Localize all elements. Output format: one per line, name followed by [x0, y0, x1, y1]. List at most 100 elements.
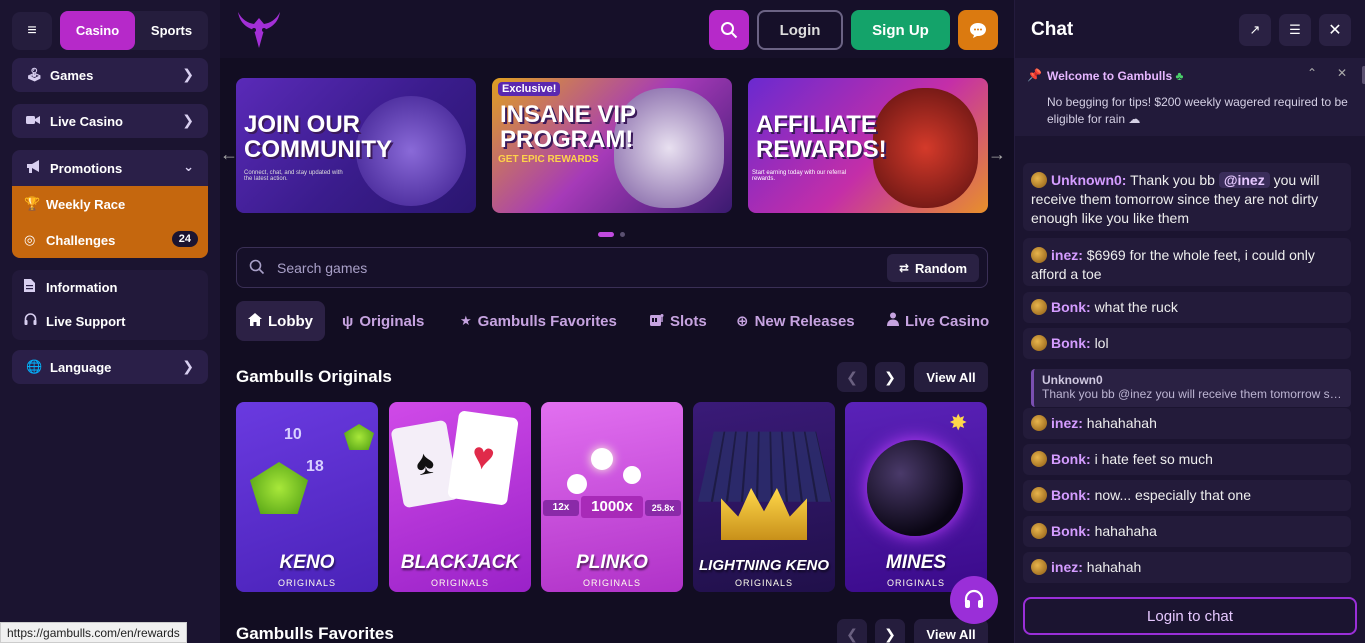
- sidebar-item-live-casino[interactable]: Live Casino ❯: [12, 104, 208, 138]
- chat-text: hahahahah: [1086, 415, 1157, 431]
- tab-lobby[interactable]: Lobby: [236, 301, 325, 341]
- joystick-icon: 🕹: [26, 67, 43, 82]
- user-avatar: [1031, 335, 1047, 351]
- sidebar-item-weekly-race[interactable]: 🏆 Weekly Race: [12, 186, 208, 222]
- chat-toggle-button[interactable]: [958, 10, 998, 50]
- chat-username[interactable]: Unknown0:: [1051, 172, 1126, 188]
- search-icon: [249, 259, 265, 275]
- chat-username[interactable]: Bonk:: [1051, 487, 1091, 503]
- sidebar-item-language[interactable]: 🌐 Language ❯: [12, 350, 208, 384]
- rules-button[interactable]: ☰: [1279, 14, 1311, 46]
- sidebar: ≡ Casino Sports 🕹 Games ❯ Live Casino ❯ …: [0, 0, 220, 643]
- dismiss-icon[interactable]: ✕: [1337, 66, 1347, 80]
- tab-live-casino[interactable]: Live Casino: [887, 301, 989, 341]
- prev-page-button[interactable]: ❮: [837, 619, 867, 643]
- promotions-submenu: 🏆 Weekly Race ◎ Challenges 24: [12, 186, 208, 258]
- keno-grid-image: [698, 431, 832, 502]
- next-page-button[interactable]: ❯: [875, 619, 905, 643]
- sidebar-item-challenges[interactable]: ◎ Challenges 24: [12, 222, 208, 258]
- view-all-button[interactable]: View All: [914, 362, 988, 392]
- game-card-mines[interactable]: ✸ MINES ORIGINALS: [845, 402, 987, 592]
- chevron-right-icon: ❯: [884, 368, 896, 385]
- carousel-next-icon[interactable]: →: [988, 144, 1006, 165]
- user-avatar: [1031, 415, 1047, 431]
- login-button[interactable]: Login: [757, 10, 843, 50]
- sidebar-item-promotions[interactable]: Promotions ⌄: [12, 150, 208, 186]
- next-page-button[interactable]: ❯: [875, 362, 905, 392]
- chat-text: Thank you bb: [1130, 172, 1215, 188]
- game-name: PLINKO: [576, 552, 648, 573]
- user-avatar: [1031, 247, 1047, 263]
- sports-tab[interactable]: Sports: [135, 11, 208, 50]
- game-sub: ORIGINALS: [734, 578, 793, 588]
- tab-originals[interactable]: ψ Originals: [342, 301, 424, 341]
- game-name: MINES: [885, 552, 947, 573]
- tab-label: Slots: [670, 312, 707, 330]
- game-card-keno[interactable]: 10 18 KENO ORIGINALS: [236, 402, 378, 592]
- banner-affiliate[interactable]: AFFILIATE REWARDS! Start earning today wi…: [748, 78, 988, 213]
- chat-username[interactable]: inez:: [1051, 559, 1083, 575]
- spark-icon: ✸: [949, 410, 968, 435]
- menu-icon[interactable]: ≡: [12, 12, 52, 50]
- chat-username[interactable]: inez:: [1051, 247, 1083, 263]
- chat-username[interactable]: Bonk:: [1051, 451, 1091, 467]
- chat-text: hahahaha: [1094, 523, 1157, 539]
- signup-button[interactable]: Sign Up: [851, 10, 950, 50]
- login-to-chat-button[interactable]: Login to chat: [1023, 597, 1357, 635]
- tab-new-releases[interactable]: ⊕ New Releases: [736, 301, 855, 341]
- welcome-notice: 📌 Welcome to Gambulls ♣ ⌃ ✕ No begging f…: [1015, 58, 1365, 136]
- chat-username[interactable]: Bonk:: [1051, 335, 1091, 351]
- banner-community[interactable]: JOIN OUR COMMUNITY Connect, chat, and sta…: [236, 78, 476, 213]
- chat-text: what the ruck: [1094, 299, 1178, 315]
- live-support-button[interactable]: [950, 576, 998, 624]
- gambulls-logo[interactable]: [234, 8, 284, 52]
- chevron-right-icon: ❯: [884, 625, 896, 642]
- game-card-plinko[interactable]: 12x 1000x 25.8x PLINKO ORIGINALS: [541, 402, 683, 592]
- welcome-message: No begging for tips! $200 weekly wagered…: [1047, 94, 1357, 128]
- chat-username[interactable]: inez:: [1051, 415, 1083, 431]
- quote-username: Unknown0: [1042, 373, 1103, 387]
- collapse-icon[interactable]: ⌃: [1307, 66, 1317, 80]
- close-chat-button[interactable]: ✕: [1319, 14, 1351, 46]
- chat-username[interactable]: Bonk:: [1051, 523, 1091, 539]
- banner-vip[interactable]: Exclusive! INSANE VIP PROGRAM! GET EPIC R…: [492, 78, 732, 213]
- search-bar[interactable]: Search games ⇄ Random: [236, 247, 988, 288]
- tab-gambulls-favorites[interactable]: ★ Gambulls Favorites: [460, 301, 617, 341]
- carousel-dot-active[interactable]: [598, 232, 614, 237]
- user-avatar: [1031, 451, 1047, 467]
- promotions-group: Promotions ⌄ 🏆 Weekly Race ◎ Challenges …: [12, 150, 208, 258]
- chevron-right-icon: ❯: [182, 66, 194, 82]
- game-card-lightning-keno[interactable]: LIGHTNING KENO ORIGINALS: [693, 402, 835, 592]
- sidebar-item-live-support[interactable]: Live Support: [12, 304, 208, 338]
- slot-icon: [650, 313, 664, 330]
- search-button[interactable]: [709, 10, 749, 50]
- tab-slots[interactable]: Slots: [650, 301, 707, 341]
- exclusive-tag: Exclusive!: [498, 82, 561, 96]
- chat-title: Chat: [1031, 19, 1074, 40]
- mention-tag[interactable]: @inez: [1218, 172, 1270, 188]
- multiplier-label: 12x: [543, 500, 579, 516]
- chat-bubble-icon: [970, 23, 986, 38]
- sidebar-item-label: Challenges: [46, 232, 116, 248]
- section-title-originals: Gambulls Originals: [236, 367, 392, 386]
- random-button[interactable]: ⇄ Random: [886, 254, 979, 282]
- sidebar-item-label: Games: [50, 67, 94, 83]
- carousel-dot[interactable]: [620, 232, 626, 237]
- game-card-blackjack[interactable]: ♠ ♥ BLACKJACK ORIGINALS: [389, 402, 531, 592]
- casino-tab[interactable]: Casino: [60, 11, 135, 50]
- dealer-icon: [887, 312, 899, 330]
- prev-page-button[interactable]: ❮: [837, 362, 867, 392]
- sidebar-item-information[interactable]: Information: [12, 270, 208, 304]
- megaphone-icon: [26, 160, 46, 176]
- search-input[interactable]: Search games: [277, 260, 367, 276]
- cloud-rain-icon: ☁: [1128, 112, 1141, 126]
- banner-title: JOIN OUR COMMUNITY: [244, 112, 392, 162]
- popout-button[interactable]: ↗: [1239, 14, 1271, 46]
- chat-text: now... especially that one: [1094, 487, 1251, 503]
- sidebar-item-games[interactable]: 🕹 Games ❯: [12, 58, 208, 92]
- plus-circle-icon: ⊕: [736, 313, 749, 330]
- banner-title-line: PROGRAM!: [500, 126, 634, 153]
- game-sub: ORIGINALS: [430, 578, 489, 588]
- chat-username[interactable]: Bonk:: [1051, 299, 1091, 315]
- count-badge: 24: [171, 231, 198, 247]
